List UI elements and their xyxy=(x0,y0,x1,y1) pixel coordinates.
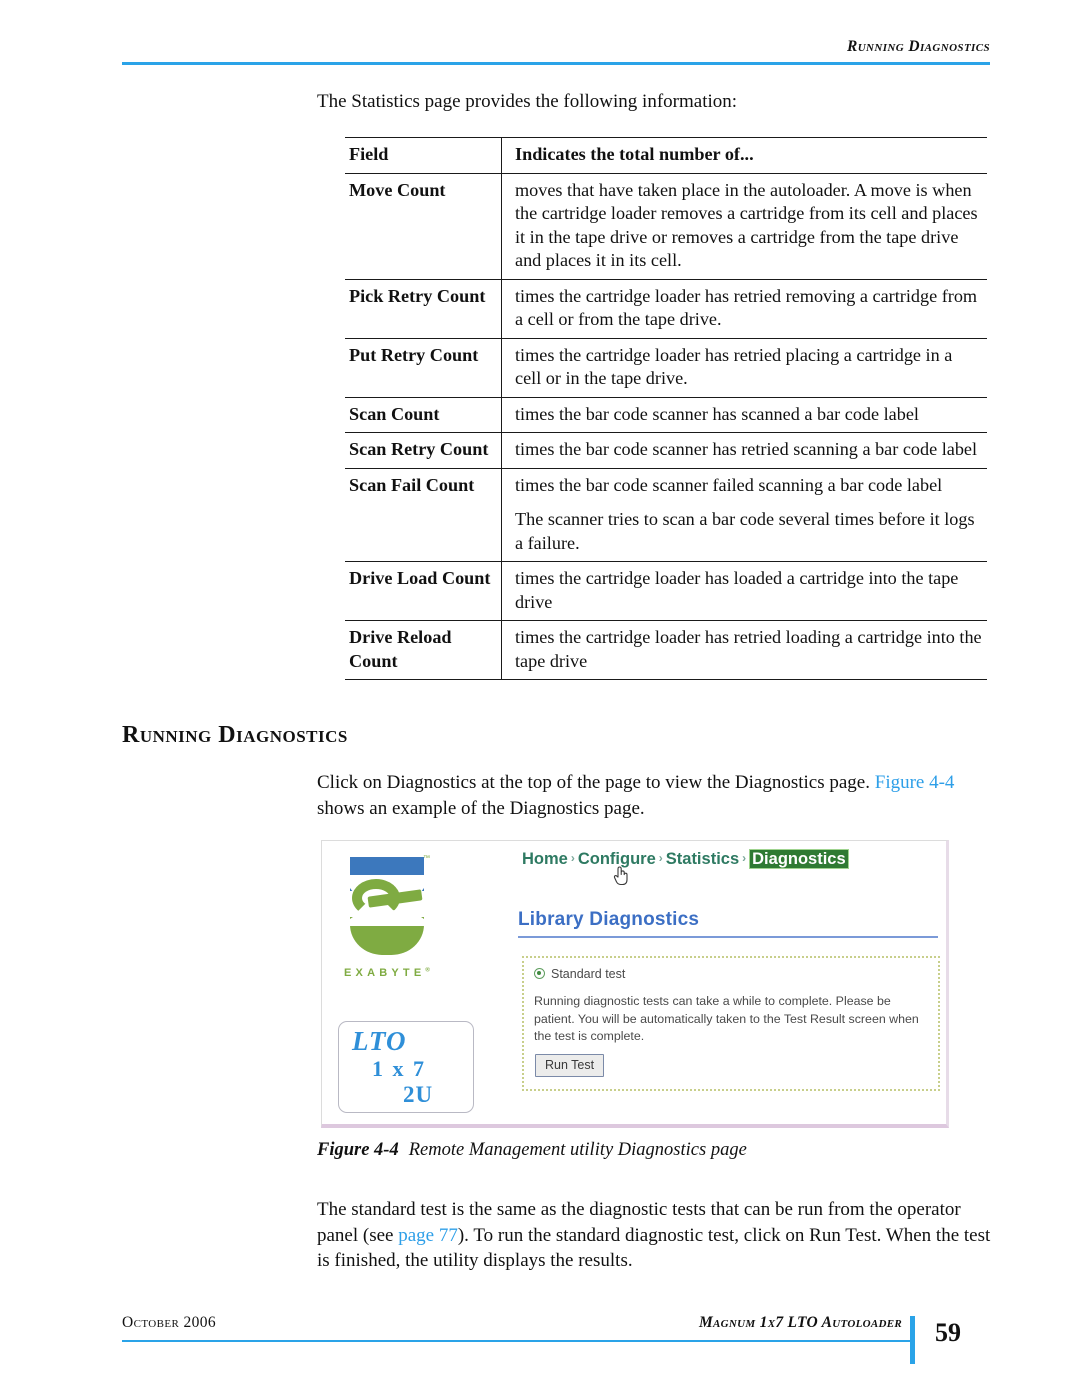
row-field-name: Pick Retry Count xyxy=(345,279,502,339)
figure-caption: Figure 4-4 Remote Management utility Diag… xyxy=(317,1140,747,1161)
table-header-field: Field xyxy=(345,137,502,174)
row-field-description: times the bar code scanner has scanned a… xyxy=(501,397,987,433)
row-field-description: times the bar code scanner has retried s… xyxy=(501,432,987,469)
figure-screenshot-diagnostics-page: ™ EXABYTE® LTO 1 x 7 2U Home › Configure › S… xyxy=(321,840,949,1128)
screenshot-title-rule xyxy=(518,936,938,938)
standard-test-radio-row[interactable]: Standard test xyxy=(534,967,625,981)
paragraph-text-before-link: Click on Diagnostics at the top of the p… xyxy=(317,772,875,793)
paragraph-click-diagnostics: Click on Diagnostics at the top of the p… xyxy=(317,770,995,821)
standard-test-radio-label: Standard test xyxy=(551,967,626,981)
table-row: Drive Load Count times the cartridge loa… xyxy=(345,561,987,621)
row-field-description: times the cartridge loader has retried l… xyxy=(501,620,987,680)
table-row: Put Retry Count times the cartridge load… xyxy=(345,338,987,398)
row-field-description: times the cartridge loader has retried p… xyxy=(501,338,987,398)
row-field-description: moves that have taken place in the autol… xyxy=(501,173,987,280)
page-running-header: Running Diagnostics xyxy=(122,38,990,68)
header-rule xyxy=(122,62,990,65)
row-field-name: Move Count xyxy=(345,173,502,280)
wordmark-registered-icon: ® xyxy=(425,967,430,974)
figure-cross-reference-link[interactable]: Figure 4-4 xyxy=(875,772,955,793)
table-row: Scan Fail Count times the bar code scann… xyxy=(345,468,987,503)
section-heading-running-diagnostics: Running Diagnostics xyxy=(122,722,348,748)
screenshot-navigation-bar: Home › Configure › Statistics › Diagnostics xyxy=(522,849,942,869)
row-field-name: Put Retry Count xyxy=(345,338,502,398)
radio-selected-icon[interactable] xyxy=(534,968,545,979)
footer-accent-bar xyxy=(910,1316,915,1364)
table-row: Scan Count times the bar code scanner ha… xyxy=(345,397,987,433)
screenshot-logo-column: ™ EXABYTE® LTO 1 x 7 2U xyxy=(330,849,490,1121)
row-field-name: Drive Reload Count xyxy=(345,620,502,680)
running-head-text: Running Diagnostics xyxy=(846,38,990,55)
product-model-box: LTO 1 x 7 2U xyxy=(338,1021,474,1113)
row-field-description: times the bar code scanner failed scanni… xyxy=(515,474,943,495)
standard-test-description: Running diagnostic tests can take a whil… xyxy=(534,994,919,1043)
figure-caption-text: Remote Management utility Diagnostics pa… xyxy=(408,1140,747,1160)
nav-item-diagnostics-active[interactable]: Diagnostics xyxy=(749,849,849,869)
screenshot-page-title: Library Diagnostics xyxy=(518,909,700,930)
statistics-field-table: Field Indicates the total number of... M… xyxy=(345,137,987,680)
row-field-name: Scan Retry Count xyxy=(345,432,502,469)
row-field-name: Drive Load Count xyxy=(345,561,502,621)
hand-pointer-cursor-icon xyxy=(613,866,628,886)
table-row: Scan Retry Count times the bar code scan… xyxy=(345,432,987,469)
paragraph-text-after-link: shows an example of the Diagnostics page… xyxy=(317,797,645,819)
intro-paragraph: The Statistics page provides the followi… xyxy=(317,91,738,112)
standard-test-panel: Standard test Running diagnostic tests c… xyxy=(522,956,940,1091)
footer-rule xyxy=(122,1340,912,1343)
exabyte-logo-icon: ™ xyxy=(346,855,434,959)
table-row: Move Count moves that have taken place i… xyxy=(345,173,987,280)
product-line-capacity: 1 x 7 xyxy=(372,1056,426,1081)
footer-date: October 2006 xyxy=(122,1314,217,1331)
table-header-description: Indicates the total number of... xyxy=(501,137,987,174)
product-line-lto: LTO xyxy=(352,1026,407,1056)
footer-product-name: Magnum 1x7 LTO Autoloader xyxy=(698,1314,902,1331)
row-field-description: times the cartridge loader has retried r… xyxy=(501,279,987,339)
nav-item-statistics[interactable]: Statistics xyxy=(666,850,739,868)
table-row-continuation: The scanner tries to scan a bar code sev… xyxy=(345,503,987,562)
page-cross-reference-link[interactable]: page 77 xyxy=(398,1225,458,1246)
row-field-description: times the cartridge loader has loaded a … xyxy=(501,561,987,621)
exabyte-wordmark: EXABYTE® xyxy=(344,967,430,979)
table-row: Drive Reload Count times the cartridge l… xyxy=(345,620,987,680)
product-line-formfactor: 2U xyxy=(403,1082,434,1107)
run-test-button[interactable]: Run Test xyxy=(535,1054,605,1077)
logo-trademark-icon: ™ xyxy=(423,855,430,862)
nav-separator-icon: › xyxy=(570,851,575,865)
table-row: Pick Retry Count times the cartridge loa… xyxy=(345,279,987,339)
row-field-name: Scan Count xyxy=(345,397,502,433)
figure-caption-number: Figure 4-4 xyxy=(317,1140,399,1160)
footer-page-number: 59 xyxy=(935,1318,961,1347)
row-field-description: The scanner tries to scan a bar code sev… xyxy=(501,503,987,562)
nav-separator-icon: › xyxy=(658,851,663,865)
wordmark-text: EXABYTE xyxy=(344,967,426,979)
row-field-name: Scan Fail Count xyxy=(345,468,502,503)
paragraph-standard-test: The standard test is the same as the dia… xyxy=(317,1197,995,1274)
nav-item-home[interactable]: Home xyxy=(522,850,568,868)
nav-separator-icon: › xyxy=(742,851,747,865)
row-field-name-empty xyxy=(345,503,502,562)
table-header-row: Field Indicates the total number of... xyxy=(345,137,987,174)
